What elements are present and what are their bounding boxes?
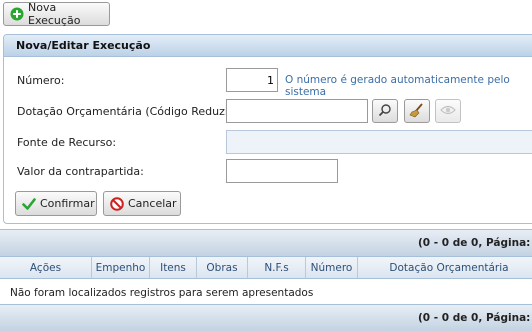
plus-circle-icon bbox=[10, 7, 24, 21]
clear-dotacao-button[interactable] bbox=[404, 99, 430, 123]
col-acoes[interactable]: Ações bbox=[0, 257, 92, 279]
pager-text-top: (0 - 0 de 0, Página: 1 bbox=[418, 237, 532, 249]
eye-icon bbox=[440, 104, 456, 119]
new-execution-button[interactable]: Nova Execução bbox=[3, 1, 110, 27]
confirm-button[interactable]: Confirmar bbox=[15, 191, 97, 216]
grid-empty-message: Não foram localizados registros para ser… bbox=[10, 287, 314, 299]
grid-pager-top: (0 - 0 de 0, Página: 1 bbox=[0, 229, 532, 257]
contrapartida-input[interactable] bbox=[226, 159, 338, 183]
numero-input[interactable] bbox=[226, 68, 278, 92]
col-dotacao[interactable]: Dotação Orçamentária bbox=[358, 257, 532, 279]
confirm-label: Confirmar bbox=[40, 197, 95, 210]
col-empenho[interactable]: Empenho bbox=[92, 257, 150, 279]
col-nfs[interactable]: N.F.s bbox=[248, 257, 306, 279]
numero-hint: O número é gerado automaticamente pelo s… bbox=[285, 74, 510, 98]
magnifier-icon bbox=[378, 103, 392, 120]
cancel-button[interactable]: Cancelar bbox=[103, 191, 181, 216]
check-icon bbox=[22, 197, 36, 211]
new-execution-label: Nova Execução bbox=[28, 1, 81, 27]
grid-pager-bottom: (0 - 0 de 0, Página: 1 bbox=[0, 304, 532, 331]
broom-icon bbox=[409, 102, 425, 121]
no-entry-icon bbox=[110, 196, 124, 211]
panel-title: Nova/Editar Execução bbox=[4, 35, 532, 57]
col-numero[interactable]: Número bbox=[306, 257, 358, 279]
numero-label: Número: bbox=[17, 74, 65, 87]
dotacao-input[interactable] bbox=[226, 99, 368, 123]
col-itens[interactable]: Itens bbox=[150, 257, 197, 279]
search-dotacao-button[interactable] bbox=[372, 99, 398, 123]
fonte-input[interactable] bbox=[226, 130, 532, 154]
dotacao-label: Dotação Orçamentária (Código Reduzido): bbox=[17, 105, 250, 118]
cancel-label: Cancelar bbox=[128, 197, 177, 210]
fonte-label: Fonte de Recurso: bbox=[17, 136, 117, 149]
col-obras[interactable]: Obras bbox=[197, 257, 248, 279]
contrapartida-label: Valor da contrapartida: bbox=[17, 165, 144, 178]
pager-text-bottom: (0 - 0 de 0, Página: 1 bbox=[418, 312, 532, 324]
view-dotacao-button[interactable] bbox=[435, 99, 461, 123]
grid-header: Ações Empenho Itens Obras N.F.s Número D… bbox=[0, 257, 532, 279]
